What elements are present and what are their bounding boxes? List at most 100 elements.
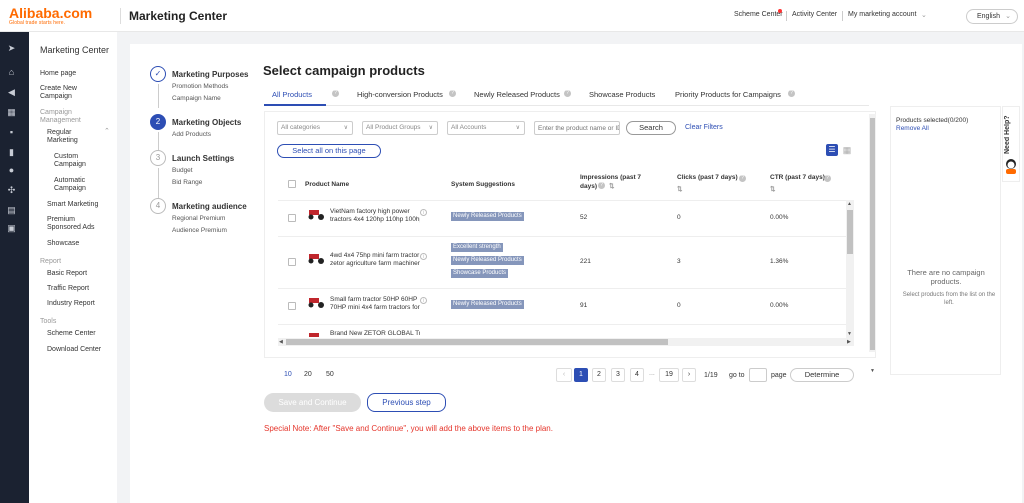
row-checkbox[interactable] — [288, 302, 296, 310]
product-name-line-1[interactable]: Small farm tractor 50HP 60HP — [330, 296, 420, 304]
scroll-right-icon[interactable]: ▶ — [847, 339, 851, 345]
info-icon[interactable]: i — [420, 253, 427, 260]
tab-priority-products-for-campaigns[interactable]: Priority Products for Campaigns — [675, 90, 781, 99]
step-4-number: 4 — [150, 198, 166, 214]
search-button[interactable]: Search — [626, 121, 676, 135]
sort-icon[interactable]: ⇅ — [609, 182, 614, 191]
suggestion-tag: Newly Released Products — [451, 300, 524, 309]
chart-icon[interactable]: ▮ — [7, 148, 16, 157]
nav-premium-sponsored-ads[interactable]: Premium Sponsored Ads — [47, 216, 107, 232]
nav-campaign-management[interactable]: Campaign Management — [40, 109, 102, 125]
tab-showcase-products[interactable]: Showcase Products — [589, 90, 655, 99]
row-checkbox[interactable] — [288, 214, 296, 222]
nav-industry-report[interactable]: Industry Report — [47, 300, 95, 308]
nav-custom-campaign[interactable]: Custom Campaign — [54, 153, 98, 169]
tab-newly-released-products[interactable]: Newly Released Products — [474, 90, 560, 99]
page-size-10[interactable]: 10 — [284, 371, 292, 378]
nav-scheme-center[interactable]: Scheme Center — [734, 11, 783, 18]
document-icon[interactable]: ▤ — [7, 206, 16, 215]
product-group-select[interactable]: All Product Groups ∨ — [362, 121, 438, 135]
product-name-line-1[interactable]: 4wd 4x4 75hp mini farm tractor — [330, 252, 420, 260]
scroll-left-icon[interactable]: ◀ — [279, 339, 283, 345]
help-icon[interactable]: ? — [564, 90, 571, 97]
nav-separator — [786, 11, 787, 21]
nav-traffic-report[interactable]: Traffic Report — [47, 285, 89, 293]
page-4[interactable]: 4 — [630, 368, 644, 382]
sort-icon[interactable]: ⇅ — [770, 185, 775, 194]
share-icon[interactable]: ✣ — [7, 186, 16, 195]
nav-scheme-center[interactable]: Scheme Center — [47, 330, 96, 338]
grid-view-icon[interactable]: ▦ — [841, 144, 853, 156]
help-icon[interactable]: ? — [824, 175, 831, 182]
megaphone-icon[interactable]: ◀ — [7, 88, 16, 97]
prev-page-icon[interactable]: ‹ — [556, 368, 572, 382]
tab-all-products[interactable]: All Products — [272, 90, 312, 99]
vertical-scroll-thumb[interactable] — [847, 210, 853, 254]
determine-button[interactable]: Determine — [790, 368, 854, 382]
grid-icon[interactable]: ▦ — [7, 108, 16, 117]
help-icon[interactable]: ? — [449, 90, 456, 97]
nav-my-marketing-account[interactable]: My marketing account — [848, 11, 916, 18]
tab-high-conversion-products[interactable]: High-conversion Products — [357, 90, 443, 99]
nav-smart-marketing[interactable]: Smart Marketing — [47, 201, 98, 209]
list-view-icon[interactable]: ☰ — [826, 144, 838, 156]
product-name-line-2[interactable]: tractors 4x4 120hp 110hp 100hp — [330, 216, 420, 224]
nav-download-center[interactable]: Download Center — [47, 346, 101, 354]
column-clicks[interactable]: Clicks (past 7 days) — [677, 173, 738, 182]
sort-icon[interactable]: ⇅ — [677, 185, 682, 194]
message-icon[interactable]: ▪ — [7, 128, 16, 137]
info-icon[interactable]: i — [420, 209, 427, 216]
coin-icon[interactable]: ● — [7, 166, 16, 175]
help-icon[interactable]: ? — [598, 182, 605, 189]
account-select[interactable]: All Accounts ∨ — [447, 121, 525, 135]
help-icon[interactable]: ? — [332, 90, 339, 97]
nav-regular-marketing[interactable]: Regular Marketing — [47, 129, 91, 145]
nav-showcase[interactable]: Showcase — [47, 240, 79, 248]
goto-page-input[interactable] — [749, 368, 767, 382]
page-3[interactable]: 3 — [611, 368, 625, 382]
product-name-line-2[interactable]: 70HP mini 4x4 farm tractors for — [330, 304, 420, 312]
row-checkbox[interactable] — [288, 258, 296, 266]
previous-step-button[interactable]: Previous step — [367, 393, 446, 412]
page-1[interactable]: 1 — [574, 368, 588, 382]
scroll-down-icon[interactable]: ▼ — [870, 368, 875, 374]
category-select[interactable]: All categories ∨ — [277, 121, 353, 135]
home-icon[interactable]: ⌂ — [7, 68, 16, 77]
help-icon[interactable]: ? — [739, 175, 746, 182]
nav-automatic-campaign[interactable]: Automatic Campaign — [54, 177, 98, 193]
next-page-icon[interactable]: › — [682, 368, 696, 382]
assistant-avatar-icon[interactable] — [1004, 158, 1018, 174]
column-impressions[interactable]: Impressions (past 7 — [580, 173, 641, 182]
product-name-line-1[interactable]: Brand New ZETOR GLOBAL Tractor — [330, 330, 420, 338]
save-and-continue-button[interactable]: Save and Continue — [264, 393, 361, 412]
alibaba-logo[interactable]: Alibaba.com Global trade starts here. — [9, 6, 117, 26]
page-2[interactable]: 2 — [592, 368, 606, 382]
nav-activity-center[interactable]: Activity Center — [792, 11, 837, 18]
product-name-line-2[interactable]: zetor agriculture farm machinery — [330, 260, 420, 268]
select-all-checkbox[interactable] — [288, 180, 296, 188]
clear-filters-link[interactable]: Clear Filters — [685, 124, 723, 131]
horizontal-scroll-thumb[interactable] — [286, 339, 668, 345]
remove-all-link[interactable]: Remove All — [896, 125, 929, 132]
info-icon[interactable]: i — [420, 297, 427, 304]
row-divider — [278, 236, 846, 237]
column-ctr[interactable]: CTR (past 7 days) — [770, 173, 825, 182]
scroll-up-icon[interactable]: ▲ — [847, 201, 852, 207]
need-help-label[interactable]: Need Help? — [1004, 110, 1018, 160]
product-name-line-1[interactable]: VietNam factory high power — [330, 208, 446, 216]
nav-basic-report[interactable]: Basic Report — [47, 270, 87, 278]
nav-create-new-campaign[interactable]: Create New Campaign — [40, 85, 100, 101]
page-19[interactable]: 19 — [659, 368, 679, 382]
scroll-down-icon[interactable]: ▼ — [847, 331, 852, 337]
help-icon[interactable]: ? — [788, 90, 795, 97]
page-size-50[interactable]: 50 — [326, 371, 334, 378]
nav-home-page[interactable]: Home page — [40, 70, 76, 78]
page-size-20[interactable]: 20 — [304, 371, 312, 378]
language-select[interactable]: English ⌄ — [966, 9, 1018, 24]
select-all-on-page-button[interactable]: Select all on this page — [277, 144, 381, 158]
briefcase-icon[interactable]: ▣ — [7, 224, 16, 233]
send-icon[interactable]: ➤ — [7, 44, 16, 53]
product-search-input[interactable] — [534, 121, 620, 135]
column-impressions-days: days) — [580, 183, 597, 190]
card-scroll-thumb[interactable] — [870, 118, 875, 350]
